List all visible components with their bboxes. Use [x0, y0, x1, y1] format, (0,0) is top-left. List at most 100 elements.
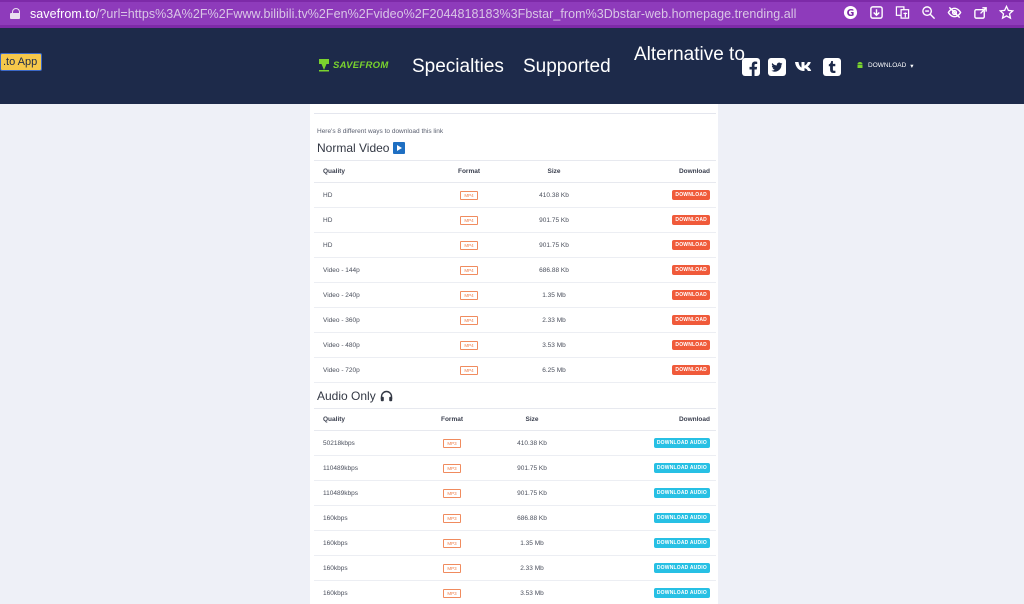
format-cell: MP4: [434, 257, 504, 283]
format-cell: MP4: [434, 307, 504, 333]
quality-cell: 110489kbps: [314, 455, 422, 481]
app-button[interactable]: .to App: [0, 53, 43, 71]
browser-address-bar: savefrom.to/?url=https%3A%2F%2Fwww.bilib…: [0, 0, 1024, 28]
url-path: /?url=https%3A%2F%2Fwww.bilibili.tv%2Fen…: [95, 6, 797, 21]
col-size: Size: [504, 160, 604, 183]
col-quality: Quality: [314, 160, 434, 183]
download-cell: DOWNLOAD AUDIO: [582, 455, 716, 481]
quality-cell: 160kbps: [314, 505, 422, 531]
col-download: Download: [604, 160, 716, 183]
savefrom-logo[interactable]: SAVEFROM: [318, 58, 389, 72]
size-cell: 901.75 Kb: [504, 232, 604, 258]
download-audio-button[interactable]: DOWNLOAD AUDIO: [653, 538, 710, 548]
share-icon[interactable]: [972, 4, 988, 20]
eye-off-icon[interactable]: [946, 4, 962, 20]
quality-cell: 50218kbps: [314, 430, 422, 456]
normal-video-heading: Normal Video: [317, 141, 406, 155]
download-audio-button[interactable]: DOWNLOAD AUDIO: [653, 463, 710, 473]
download-cell: DOWNLOAD: [604, 182, 716, 208]
format-cell: MP3: [422, 555, 482, 581]
size-cell: 901.75 Kb: [504, 207, 604, 233]
download-audio-button[interactable]: DOWNLOAD AUDIO: [653, 438, 710, 448]
nav-alternative-to[interactable]: Alternative to: [634, 40, 745, 69]
table-row: 160kbps MP3 2.33 Mb DOWNLOAD AUDIO: [314, 555, 716, 581]
table-header-row: Quality Format Size Download: [314, 408, 716, 431]
nav-supported[interactable]: Supported: [523, 56, 611, 78]
download-cell: DOWNLOAD: [604, 282, 716, 308]
download-button[interactable]: DOWNLOAD: [672, 190, 710, 200]
browser-toolbar-icons: G: [842, 4, 1014, 20]
size-cell: 6.25 Mb: [504, 357, 604, 383]
facebook-icon[interactable]: [742, 57, 760, 76]
nav-specialties[interactable]: Specialties: [412, 56, 504, 78]
download-button[interactable]: DOWNLOAD: [672, 365, 710, 375]
table-row: Video - 360p MP4 2.33 Mb DOWNLOAD: [314, 307, 716, 333]
google-icon[interactable]: G: [842, 4, 858, 20]
format-cell: MP3: [422, 480, 482, 506]
download-button[interactable]: DOWNLOAD: [672, 340, 710, 350]
download-button[interactable]: DOWNLOAD: [672, 290, 710, 300]
tumblr-icon[interactable]: [823, 57, 841, 76]
table-row: 110489kbps MP3 901.75 Kb DOWNLOAD AUDIO: [314, 455, 716, 481]
size-cell: 686.88 Kb: [504, 257, 604, 283]
format-badge: MP3: [443, 438, 461, 448]
format-cell: MP3: [422, 530, 482, 556]
download-cell: DOWNLOAD AUDIO: [582, 580, 716, 604]
format-cell: MP4: [434, 207, 504, 233]
download-menu[interactable]: DOWNLOAD ▾: [856, 61, 914, 70]
quality-cell: 160kbps: [314, 530, 422, 556]
download-audio-button[interactable]: DOWNLOAD AUDIO: [653, 588, 710, 598]
download-cell: DOWNLOAD: [604, 207, 716, 233]
size-cell: 2.33 Mb: [482, 555, 582, 581]
star-icon[interactable]: [998, 4, 1014, 20]
download-cell: DOWNLOAD: [604, 332, 716, 358]
android-icon: [857, 62, 863, 68]
download-audio-button[interactable]: DOWNLOAD AUDIO: [653, 563, 710, 573]
vk-icon[interactable]: [794, 58, 816, 75]
download-audio-button[interactable]: DOWNLOAD AUDIO: [653, 513, 710, 523]
quality-cell: HD: [314, 207, 434, 233]
size-cell: 2.33 Mb: [504, 307, 604, 333]
download-cell: DOWNLOAD: [604, 257, 716, 283]
table-header-row: Quality Format Size Download: [314, 160, 716, 183]
download-cell: DOWNLOAD AUDIO: [582, 430, 716, 456]
download-button[interactable]: DOWNLOAD: [672, 315, 710, 325]
size-cell: 1.35 Mb: [504, 282, 604, 308]
col-size: Size: [482, 408, 582, 431]
quality-cell: HD: [314, 232, 434, 258]
format-cell: MP4: [434, 357, 504, 383]
table-row: 50218kbps MP3 410.38 Kb DOWNLOAD AUDIO: [314, 430, 716, 456]
col-format: Format: [434, 160, 504, 183]
translate-icon[interactable]: [894, 4, 910, 20]
lock-icon[interactable]: [10, 8, 20, 19]
download-audio-button[interactable]: DOWNLOAD AUDIO: [653, 488, 710, 498]
download-button[interactable]: DOWNLOAD: [672, 265, 710, 275]
quality-cell: HD: [314, 182, 434, 208]
table-row: Video - 720p MP4 6.25 Mb DOWNLOAD: [314, 357, 716, 383]
format-badge: MP4: [460, 315, 478, 325]
download-button[interactable]: DOWNLOAD: [672, 240, 710, 250]
audio-only-heading: Audio Only: [317, 389, 393, 403]
download-cell: DOWNLOAD AUDIO: [582, 530, 716, 556]
chevron-down-icon: ▾: [910, 62, 914, 70]
format-cell: MP4: [434, 232, 504, 258]
format-badge: MP3: [443, 463, 461, 473]
url-text[interactable]: savefrom.to/?url=https%3A%2F%2Fwww.bilib…: [30, 7, 796, 21]
download-button[interactable]: DOWNLOAD: [672, 215, 710, 225]
twitter-icon[interactable]: [768, 57, 786, 76]
table-row: HD MP4 901.75 Kb DOWNLOAD: [314, 207, 716, 233]
play-icon: [393, 142, 406, 154]
quality-cell: 110489kbps: [314, 480, 422, 506]
intro-text: Here's 8 different ways to download this…: [317, 128, 444, 135]
format-cell: MP3: [422, 505, 482, 531]
quality-cell: Video - 720p: [314, 357, 434, 383]
download-menu-label: DOWNLOAD: [868, 62, 907, 69]
size-cell: 1.35 Mb: [482, 530, 582, 556]
format-badge: MP3: [443, 488, 461, 498]
download-icon[interactable]: [868, 4, 884, 20]
table-row: 160kbps MP3 3.53 Mb DOWNLOAD AUDIO: [314, 580, 716, 604]
format-badge: MP3: [443, 538, 461, 548]
table-row: HD MP4 410.38 Kb DOWNLOAD: [314, 182, 716, 208]
zoom-icon[interactable]: [920, 4, 936, 20]
table-row: HD MP4 901.75 Kb DOWNLOAD: [314, 232, 716, 258]
